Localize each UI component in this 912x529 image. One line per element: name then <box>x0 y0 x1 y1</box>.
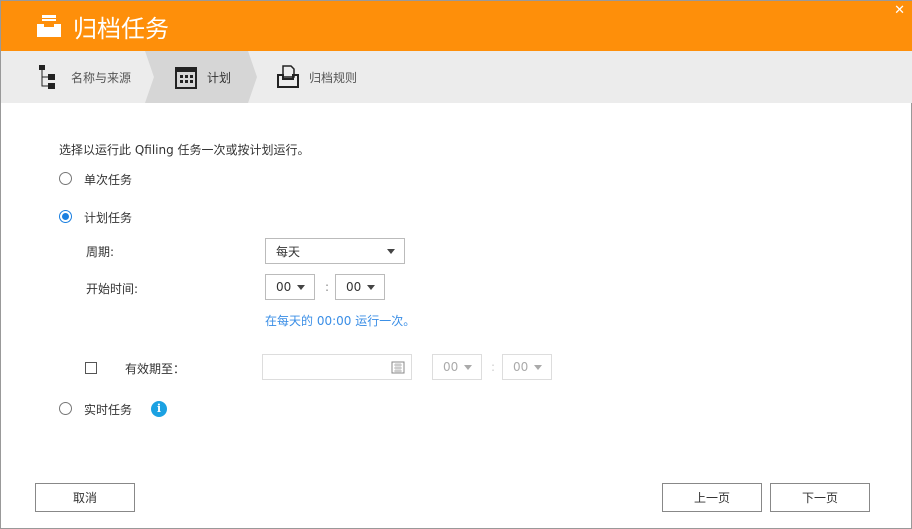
radio-scheduled[interactable] <box>59 210 72 223</box>
chevron-down-icon <box>297 285 305 290</box>
start-hour-select[interactable]: 00 <box>265 274 315 300</box>
intro-text: 选择以运行此 Qfiling 任务一次或按计划运行。 <box>59 143 310 157</box>
start-time-label: 开始时间: <box>86 282 139 296</box>
step-label: 计划 <box>207 70 232 85</box>
info-icon[interactable]: i <box>151 401 167 417</box>
radio-realtime[interactable] <box>59 402 72 415</box>
calendar-icon[interactable] <box>391 360 405 374</box>
radio-once[interactable] <box>59 172 72 185</box>
minute-value: 00 <box>513 360 529 374</box>
chevron-down-icon <box>367 285 375 290</box>
next-button[interactable]: 下一页 <box>770 483 870 512</box>
chevron-down-icon <box>387 249 395 254</box>
expire-date-input[interactable] <box>262 354 412 380</box>
time-colon: : <box>491 360 496 374</box>
step-rules: 归档规则 <box>277 51 357 103</box>
expire-checkbox[interactable] <box>85 362 97 374</box>
expire-minute-select[interactable]: 00 <box>502 354 552 380</box>
period-select[interactable]: 每天 <box>265 238 405 264</box>
radio-scheduled-label: 计划任务 <box>84 211 133 225</box>
time-colon: : <box>325 280 330 294</box>
wizard-steps: 名称与来源 计划 归档规则 <box>1 51 912 103</box>
step-label: 名称与来源 <box>71 70 132 85</box>
expire-label: 有效期至： <box>125 362 186 376</box>
schedule-summary: 在每天的 00:00 运行一次。 <box>265 314 416 328</box>
tree-icon <box>39 65 55 89</box>
archive-box-icon <box>37 15 61 37</box>
title-bar: 归档任务 ✕ <box>1 1 912 51</box>
close-icon[interactable]: ✕ <box>894 3 905 18</box>
step-label: 归档规则 <box>309 70 358 85</box>
period-label: 周期: <box>86 245 115 259</box>
step-schedule: 计划 <box>175 51 231 103</box>
calendar-icon <box>175 67 197 89</box>
chevron-down-icon <box>464 365 472 370</box>
hour-value: 00 <box>276 280 292 294</box>
archive-doc-icon <box>277 65 299 88</box>
window-title: 归档任务 <box>73 15 169 43</box>
radio-realtime-label: 实时任务 <box>84 403 133 417</box>
expire-hour-select[interactable]: 00 <box>432 354 482 380</box>
step-name-source: 名称与来源 <box>39 51 131 103</box>
chevron-down-icon <box>534 365 542 370</box>
minute-value: 00 <box>346 280 362 294</box>
prev-button[interactable]: 上一页 <box>662 483 762 512</box>
start-minute-select[interactable]: 00 <box>335 274 385 300</box>
period-value: 每天 <box>276 244 301 259</box>
hour-value: 00 <box>443 360 459 374</box>
radio-once-label: 单次任务 <box>84 173 133 187</box>
cancel-button[interactable]: 取消 <box>35 483 135 512</box>
